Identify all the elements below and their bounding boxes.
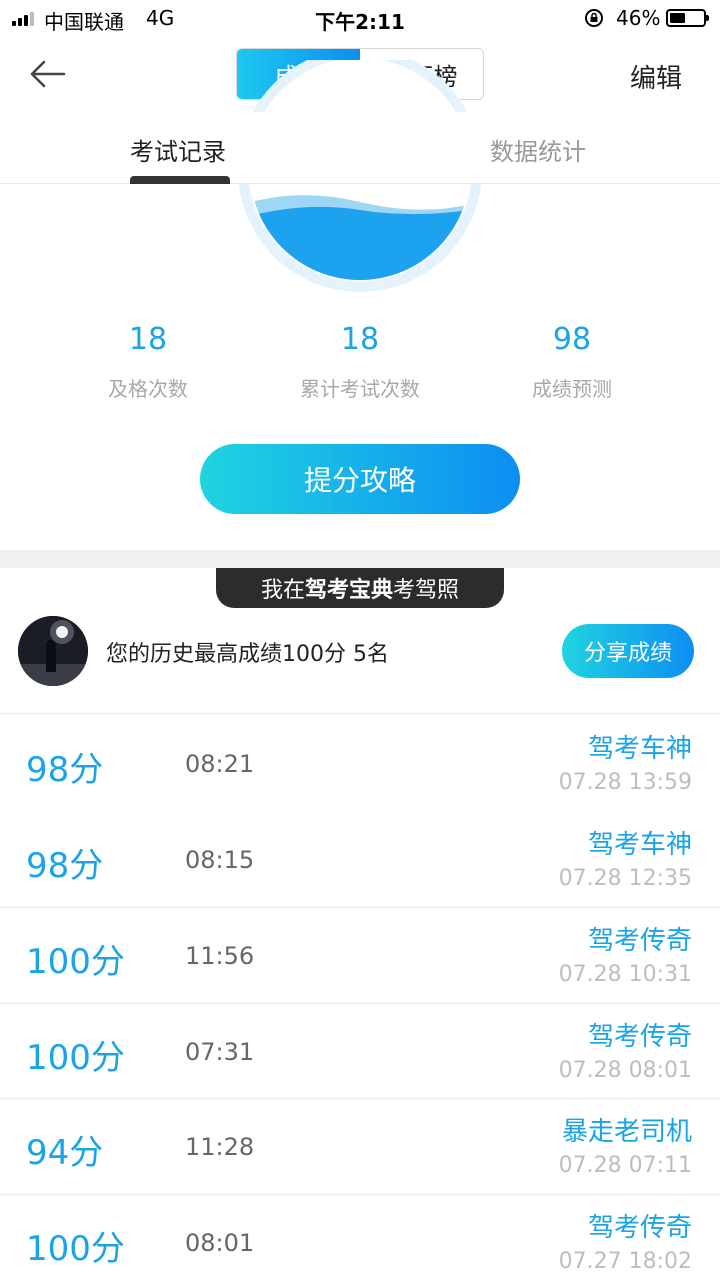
record-title: 驾考传奇 xyxy=(587,926,692,956)
record-timestamp: 07.28 08:01 xyxy=(558,1057,692,1083)
best-score-row: 您的历史最高成绩100分 5名 分享成绩 xyxy=(0,610,720,714)
stat-label: 成绩预测 xyxy=(532,377,612,401)
record-score: 98分 xyxy=(26,750,104,790)
record-timestamp: 07.27 18:02 xyxy=(558,1248,692,1274)
list-item[interactable]: 100分 11:56 驾考传奇 07.28 10:31 xyxy=(0,907,720,1003)
section-divider xyxy=(0,550,720,568)
record-title: 暴走老司机 xyxy=(561,1117,692,1147)
sub-tabs: 考试记录 数据统计 xyxy=(0,112,720,184)
banner-suffix: 考驾照 xyxy=(393,578,460,603)
arrow-left-icon[interactable] xyxy=(26,54,70,94)
battery-percent: 46% xyxy=(616,6,661,30)
record-title: 驾考车神 xyxy=(587,829,692,860)
record-score: 94分 xyxy=(26,1133,104,1173)
list-item[interactable]: 100分 07:31 驾考传奇 07.28 08:01 xyxy=(0,1002,720,1099)
share-score-button[interactable]: 分享成绩 xyxy=(562,624,694,678)
record-duration: 11:56 xyxy=(185,942,255,970)
list-item[interactable]: 100分 08:01 驾考传奇 07.27 18:02 xyxy=(0,1193,720,1280)
list-item[interactable]: 98分 08:15 驾考车神 07.28 12:35 xyxy=(0,812,720,908)
record-duration: 11:28 xyxy=(185,1133,255,1161)
banner-prefix: 我在 xyxy=(260,578,305,603)
stat-value: 18 xyxy=(340,322,380,357)
stat-label: 累计考试次数 xyxy=(300,377,420,401)
stat-score-prediction: 98 成绩预测 xyxy=(452,322,692,402)
list-item[interactable]: 94分 11:28 暴走老司机 07.28 07:11 xyxy=(0,1098,720,1194)
record-score: 100分 xyxy=(26,1228,125,1269)
best-score-text: 您的历史最高成绩100分 5名 xyxy=(106,642,389,667)
status-bar: 中国联通 4G 下午2:11 46% xyxy=(0,0,720,36)
stat-value: 98 xyxy=(552,322,592,357)
record-timestamp: 07.28 13:59 xyxy=(558,770,692,795)
record-score: 100分 xyxy=(26,942,125,982)
stat-value: 18 xyxy=(128,322,168,357)
record-score: 100分 xyxy=(26,1037,125,1078)
record-title: 驾考传奇 xyxy=(587,1212,692,1243)
banner-brand: 驾考宝典 xyxy=(304,578,393,603)
tab-data-stats[interactable]: 数据统计 xyxy=(490,132,586,167)
avatar[interactable] xyxy=(18,616,88,686)
app-banner: 我在 驾考宝典 考驾照 xyxy=(216,568,504,608)
record-duration: 08:15 xyxy=(185,845,255,874)
stat-total-exams: 18 累计考试次数 xyxy=(240,322,480,402)
orientation-lock-icon xyxy=(585,9,603,27)
battery-icon xyxy=(666,9,709,27)
stat-label: 及格次数 xyxy=(108,377,188,401)
record-title: 驾考车神 xyxy=(587,734,692,764)
active-tab-indicator xyxy=(130,176,230,184)
record-timestamp: 07.28 10:31 xyxy=(558,962,692,987)
score-tips-button[interactable]: 提分攻略 xyxy=(200,444,520,514)
stat-pass-count: 18 及格次数 xyxy=(28,322,268,402)
record-duration: 08:21 xyxy=(185,750,255,778)
tab-exam-records[interactable]: 考试记录 xyxy=(130,132,226,167)
record-duration: 07:31 xyxy=(185,1037,255,1066)
record-score: 98分 xyxy=(26,845,104,886)
record-timestamp: 07.28 12:35 xyxy=(558,865,692,891)
exam-record-list: 98分 08:21 驾考车神 07.28 13:59 98分 08:15 驾考车… xyxy=(0,716,720,1280)
clock: 下午2:11 xyxy=(315,10,405,34)
record-timestamp: 07.28 07:11 xyxy=(558,1153,692,1178)
list-item[interactable]: 98分 08:21 驾考车神 07.28 13:59 xyxy=(0,716,720,812)
record-title: 驾考传奇 xyxy=(587,1021,692,1052)
record-duration: 08:01 xyxy=(185,1228,255,1257)
edit-button[interactable]: 编辑 xyxy=(630,58,682,95)
